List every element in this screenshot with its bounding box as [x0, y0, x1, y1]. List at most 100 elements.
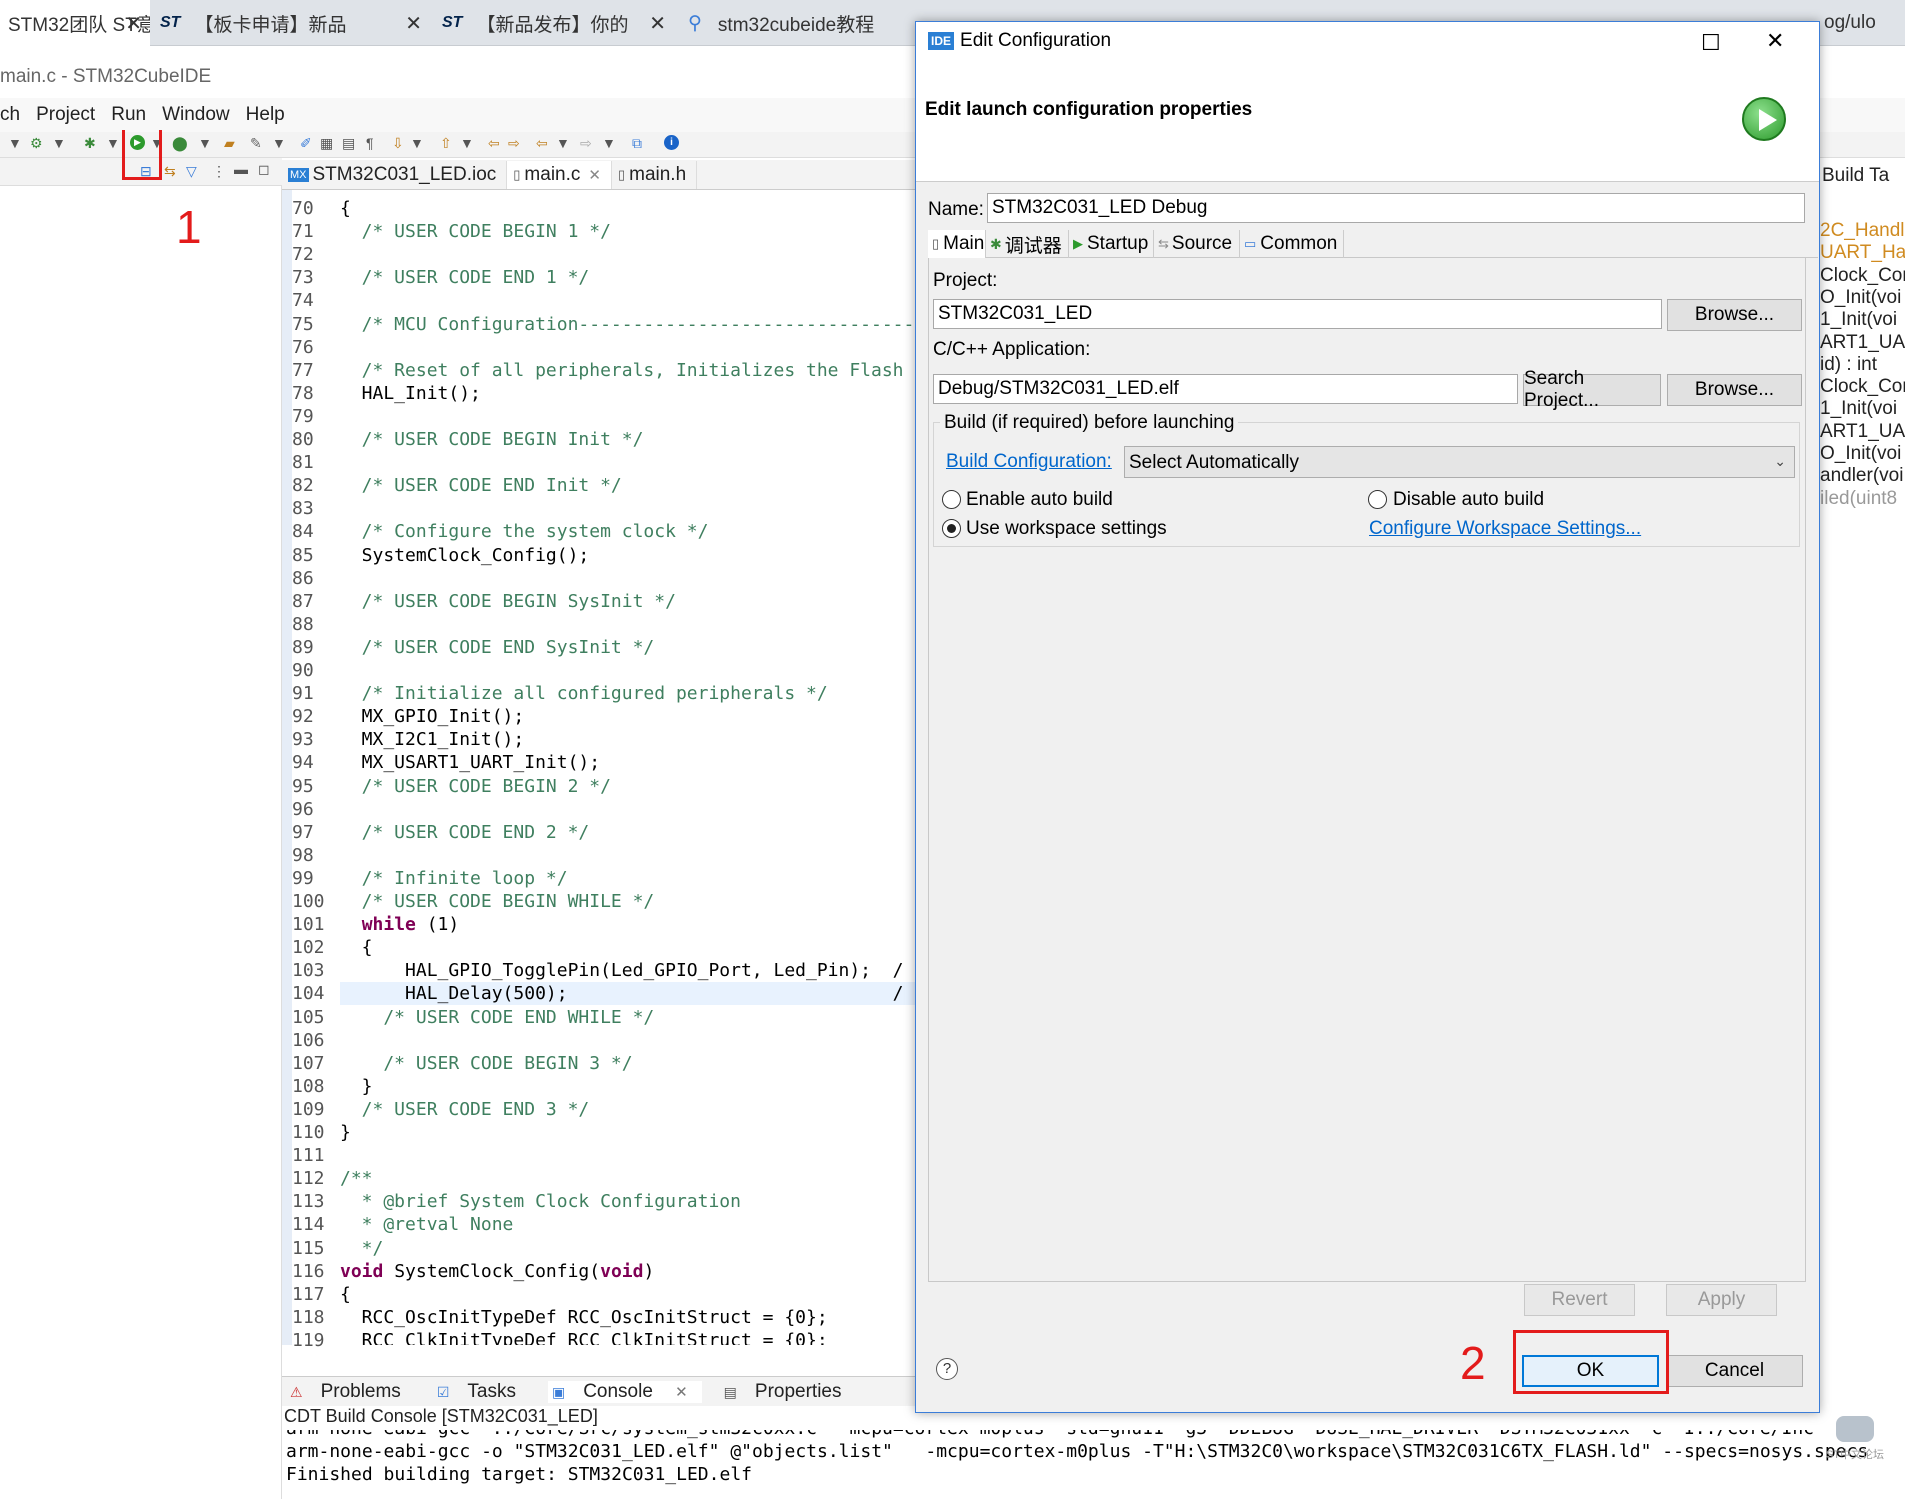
- browser-tab-2[interactable]: ST 【板卡申请】新品 ✕: [152, 0, 430, 46]
- browse-project-button[interactable]: Browse...: [1667, 299, 1802, 331]
- line-number: 106: [292, 1029, 325, 1051]
- tab-main-h[interactable]: ▯ main.h: [612, 161, 698, 189]
- cancel-button[interactable]: Cancel: [1666, 1355, 1803, 1387]
- console-output[interactable]: arm-none-eabi-gcc ../Core/Src/system_stm…: [282, 1430, 1905, 1499]
- build-targets-tab[interactable]: Build Ta: [1822, 165, 1889, 187]
- close-icon[interactable]: ✕: [405, 11, 422, 36]
- search-project-button[interactable]: Search Project...: [1523, 368, 1661, 411]
- dropdown-icon[interactable]: ▼: [556, 135, 570, 151]
- highlight-icon[interactable]: ✐: [300, 135, 312, 152]
- tab-properties[interactable]: ▤ Properties: [720, 1381, 856, 1403]
- tab-common[interactable]: ▭ Common: [1240, 230, 1344, 258]
- outline-item[interactable]: O_Init(voi: [1820, 443, 1901, 465]
- outline-item[interactable]: id) : int: [1820, 354, 1877, 376]
- project-field[interactable]: [933, 299, 1662, 329]
- next-annotation-icon[interactable]: ⇩: [392, 135, 404, 152]
- last-edit-icon[interactable]: ⇨: [508, 135, 520, 152]
- close-icon[interactable]: ✕: [125, 11, 142, 36]
- code-line: HAL_GPIO_TogglePin(Led_GPIO_Port, Led_Pi…: [340, 960, 904, 982]
- menu-item[interactable]: Run: [111, 104, 146, 126]
- tab-problems[interactable]: ⚠ Problems: [286, 1381, 415, 1403]
- dropdown-icon[interactable]: ▼: [52, 135, 66, 151]
- outline-item[interactable]: iled(uint8: [1820, 488, 1897, 510]
- menu-item[interactable]: Project: [36, 104, 95, 126]
- disable-auto-build-radio[interactable]: [1368, 490, 1387, 509]
- dropdown-icon[interactable]: ▼: [198, 135, 212, 151]
- close-icon[interactable]: ✕: [1766, 28, 1784, 54]
- outline-item[interactable]: Clock_Con: [1820, 265, 1905, 287]
- menu-item[interactable]: ch: [0, 104, 20, 126]
- browser-tab-3[interactable]: ST 【新品发布】你的 ✕: [434, 0, 674, 46]
- tab-tasks[interactable]: ☑ Tasks: [433, 1381, 530, 1403]
- browser-tab-4[interactable]: ⚲ stm32cubeide教程: [680, 0, 916, 46]
- outline-item[interactable]: UART_Ha: [1820, 242, 1905, 264]
- open-folder-icon[interactable]: ▰: [224, 135, 235, 152]
- outline-item[interactable]: O_Init(voi: [1820, 287, 1901, 309]
- back-icon[interactable]: ⇦: [536, 135, 548, 152]
- prev-annotation-icon[interactable]: ⇧: [440, 135, 452, 152]
- tab-debugger[interactable]: ✱ 调试器: [986, 230, 1069, 258]
- maximize-icon[interactable]: ◻: [258, 161, 270, 178]
- outline-item[interactable]: ART1_UAR: [1820, 421, 1905, 443]
- outline-item[interactable]: 1_Init(voi: [1820, 398, 1897, 420]
- apply-button[interactable]: Apply: [1666, 1284, 1777, 1316]
- tab-main[interactable]: ▯ Main: [928, 230, 986, 258]
- dropdown-icon[interactable]: ▼: [8, 135, 22, 151]
- close-icon[interactable]: ✕: [649, 11, 666, 36]
- tab-source[interactable]: ⇆ Source: [1154, 230, 1240, 258]
- close-icon[interactable]: ✕: [671, 1384, 688, 1401]
- code-editor[interactable]: { /* USER CODE BEGIN 1 */ /* USER CODE E…: [340, 190, 918, 1345]
- minimize-icon[interactable]: ▬: [234, 161, 248, 177]
- menu-item[interactable]: Window: [162, 104, 230, 126]
- browse-application-button[interactable]: Browse...: [1667, 374, 1802, 406]
- revert-button[interactable]: Revert: [1524, 1284, 1635, 1316]
- outline-item[interactable]: Clock_Con: [1820, 376, 1905, 398]
- configure-workspace-settings-link[interactable]: Configure Workspace Settings...: [1369, 518, 1641, 540]
- tab-ioc[interactable]: MX STM32C031_LED.ioc: [282, 161, 508, 189]
- block-select-icon[interactable]: ▤: [342, 135, 355, 152]
- wand-icon[interactable]: ✎: [250, 135, 262, 152]
- dropdown-icon[interactable]: ▼: [602, 135, 616, 151]
- debug-icon[interactable]: ✱: [84, 135, 96, 152]
- application-field[interactable]: [933, 374, 1518, 404]
- browser-tab-1[interactable]: STM32团队 ST意法✕: [0, 0, 150, 46]
- outline-item[interactable]: ART1_UAR: [1820, 332, 1905, 354]
- tab-startup[interactable]: ▶ Startup: [1069, 230, 1154, 258]
- dropdown-icon[interactable]: ▼: [106, 135, 120, 151]
- dropdown-icon[interactable]: ▼: [410, 135, 424, 151]
- c-file-icon: ▯: [513, 167, 521, 182]
- dropdown-icon[interactable]: ▼: [460, 135, 474, 151]
- menu-item[interactable]: Help: [246, 104, 285, 126]
- enable-auto-build-radio[interactable]: [942, 490, 961, 509]
- code-line: void SystemClock_Config(void): [340, 1260, 655, 1282]
- filter-icon[interactable]: ▽: [186, 163, 197, 180]
- link-editor-icon[interactable]: ⇆: [164, 163, 176, 180]
- ide-icon: IDE: [928, 32, 955, 50]
- browser-tab-6[interactable]: og/ulo: [1820, 0, 1905, 46]
- info-icon[interactable]: i: [664, 135, 679, 150]
- last-edit-icon[interactable]: ⇦: [488, 135, 500, 152]
- name-field[interactable]: [987, 193, 1805, 223]
- outline-item[interactable]: 2C_Handle: [1820, 220, 1905, 242]
- use-workspace-settings-radio[interactable]: [942, 519, 961, 538]
- build-icon[interactable]: ⚙: [30, 135, 43, 152]
- tab-console[interactable]: ▣ Console ✕: [547, 1380, 702, 1403]
- build-configuration-select[interactable]: Select Automatically ⌄: [1124, 446, 1795, 478]
- tab-main-c[interactable]: ▯ main.c ✕: [507, 161, 612, 189]
- external-tools-icon[interactable]: ⬤: [172, 135, 188, 152]
- toggle-mark-icon[interactable]: ▦: [320, 135, 333, 152]
- line-number: 71: [292, 221, 314, 243]
- build-configuration-link[interactable]: Build Configuration:: [946, 451, 1112, 473]
- code-line: /* USER CODE END WHILE */: [340, 1006, 655, 1028]
- help-icon[interactable]: ?: [936, 1358, 958, 1380]
- dropdown-icon[interactable]: ▼: [272, 135, 286, 151]
- close-icon[interactable]: ✕: [588, 166, 601, 184]
- outline-item[interactable]: 1_Init(voi: [1820, 309, 1897, 331]
- forward-icon[interactable]: ⇨: [580, 135, 592, 152]
- maximize-icon[interactable]: ☐: [1701, 30, 1721, 56]
- view-menu-icon[interactable]: ⋮: [212, 163, 226, 180]
- open-perspective-icon[interactable]: ⧉: [632, 135, 642, 152]
- outline-item[interactable]: andler(voi: [1820, 465, 1903, 487]
- show-whitespace-icon[interactable]: ¶: [366, 135, 374, 151]
- line-number: 83: [292, 498, 314, 520]
